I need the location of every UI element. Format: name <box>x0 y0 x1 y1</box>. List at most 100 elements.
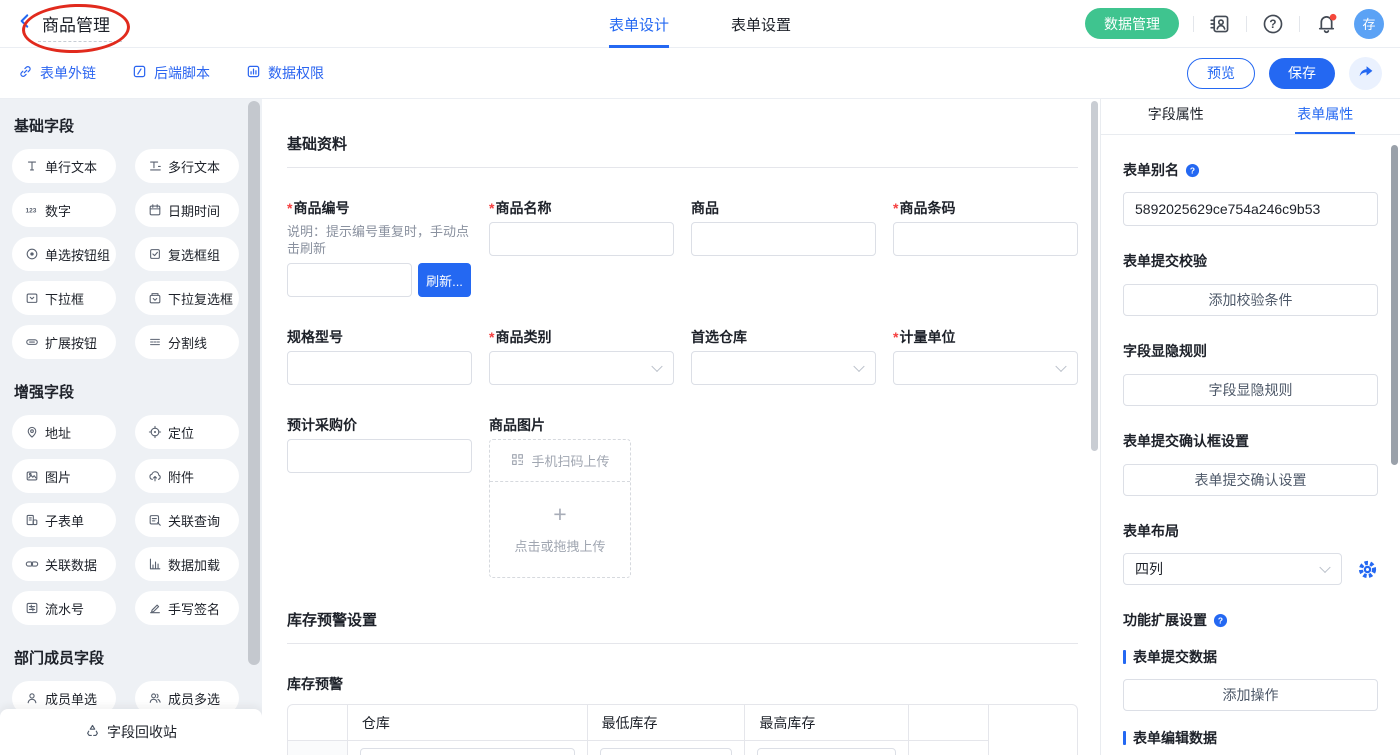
field-pill-extend-button[interactable]: 扩展按钮 <box>12 325 116 359</box>
field-pill-single-line-text[interactable]: 单行文本 <box>12 149 116 183</box>
text-input[interactable] <box>287 263 412 297</box>
field-pill-signature[interactable]: 手写签名 <box>135 591 239 625</box>
panel-action-button[interactable]: 添加操作 <box>1123 679 1378 711</box>
panel-subsection-title: 表单提交数据 <box>1123 647 1378 667</box>
drag-upload-zone[interactable]: +点击或拖拽上传 <box>490 482 630 577</box>
form-field-商品编号[interactable]: *商品编号说明：提示编号重复时，手动点击刷新刷新... <box>287 198 472 297</box>
subtable-cell-input <box>588 741 746 755</box>
field-pill-label: 下拉复选框 <box>168 289 233 308</box>
properties-panel: 字段属性 表单属性 表单别名?5892025629ce754a246c9b53表… <box>1100 99 1400 755</box>
panel-action-button[interactable]: 表单提交确认设置 <box>1123 464 1378 496</box>
form-field-商品类别[interactable]: *商品类别 <box>489 327 674 385</box>
help-icon[interactable]: ? <box>1185 163 1200 178</box>
contacts-icon[interactable] <box>1208 12 1232 36</box>
form-layout-select[interactable]: 四列 <box>1123 553 1342 585</box>
section-divider <box>287 167 1078 168</box>
text-input[interactable] <box>893 222 1078 256</box>
field-pill-datetime[interactable]: 日期时间 <box>135 193 239 227</box>
panel-action-button[interactable]: 添加校验条件 <box>1123 284 1378 316</box>
tab-field-properties[interactable]: 字段属性 <box>1101 99 1251 134</box>
form-field-商品条码[interactable]: *商品条码 <box>893 198 1078 256</box>
select-input[interactable] <box>893 351 1078 385</box>
signature-icon <box>148 601 162 615</box>
tab-form-properties[interactable]: 表单属性 <box>1251 99 1400 134</box>
subtable-cell-empty <box>909 741 988 755</box>
share-button[interactable] <box>1349 57 1382 90</box>
sidebar-scrollbar[interactable] <box>248 101 260 665</box>
field-pill-link-query[interactable]: 关联查询 <box>135 503 239 537</box>
form-alias-input[interactable]: 5892025629ce754a246c9b53 <box>1123 192 1378 226</box>
form-field-计量单位[interactable]: *计量单位 <box>893 327 1078 385</box>
field-pill-location[interactable]: 定位 <box>135 415 239 449</box>
text-input[interactable] <box>287 351 472 385</box>
field-pill-divider-line[interactable]: 分割线 <box>135 325 239 359</box>
back-button[interactable] <box>16 12 34 35</box>
form-field-预计采购价[interactable]: 预计采购价 <box>287 415 472 473</box>
toolbar-link-label: 后端脚本 <box>154 63 210 83</box>
form-design-canvas[interactable]: 基础资料 *商品编号说明：提示编号重复时，手动点击刷新刷新...*商品名称商品*… <box>262 99 1100 755</box>
toolbar-link-data-permission[interactable]: 数据权限 <box>246 63 324 83</box>
field-label: *商品名称 <box>489 198 674 218</box>
sidebar-section-title: 基础字段 <box>14 115 250 136</box>
field-pill-sub-form[interactable]: 子表单 <box>12 503 116 537</box>
required-asterisk: * <box>489 200 494 216</box>
text-input[interactable] <box>691 222 876 256</box>
preview-button[interactable]: 预览 <box>1187 58 1255 89</box>
panel-section-title: 表单提交确认框设置 <box>1123 431 1378 451</box>
field-pill-serial-number[interactable]: 流水号 <box>12 591 116 625</box>
field-pill-attachment[interactable]: 附件 <box>135 459 239 493</box>
panel-scrollbar[interactable] <box>1391 145 1398 465</box>
panel-section-title: 表单布局 <box>1123 521 1378 541</box>
subtable-cell-select <box>348 741 588 755</box>
field-help-text: 说明：提示编号重复时，手动点击刷新 <box>287 223 469 257</box>
form-field-商品图片[interactable]: 商品图片手机扫码上传+点击或拖拽上传 <box>489 415 674 578</box>
select-input[interactable] <box>489 351 674 385</box>
field-pill-radio-group[interactable]: 单选按钮组 <box>12 237 116 271</box>
field-pill-label: 子表单 <box>45 511 84 530</box>
form-field-商品名称[interactable]: *商品名称 <box>489 198 674 256</box>
field-pill-multi-select[interactable]: 下拉复选框 <box>135 281 239 315</box>
stock-input[interactable] <box>600 748 733 755</box>
field-pill-image[interactable]: 图片 <box>12 459 116 493</box>
field-pill-address[interactable]: 地址 <box>12 415 116 449</box>
help-icon[interactable]: ? <box>1213 613 1228 628</box>
scan-upload-button[interactable]: 手机扫码上传 <box>490 440 630 482</box>
drag-upload-label: 点击或拖拽上传 <box>514 536 605 555</box>
form-field-规格型号[interactable]: 规格型号 <box>287 327 472 385</box>
toolbar-link-script[interactable]: 后端脚本 <box>132 63 210 83</box>
field-pill-label: 下拉框 <box>45 289 84 308</box>
subtable-header-最低库存: 最低库存 <box>588 705 746 741</box>
warehouse-select[interactable] <box>360 748 575 755</box>
field-pill-multi-line-text[interactable]: 多行文本 <box>135 149 239 183</box>
notification-bell-icon[interactable] <box>1314 12 1338 36</box>
refresh-button[interactable]: 刷新... <box>418 263 471 297</box>
tab-form-design[interactable]: 表单设计 <box>609 0 669 48</box>
field-pill-number[interactable]: 123数字 <box>12 193 116 227</box>
field-pill-data-load[interactable]: 数据加载 <box>135 547 239 581</box>
required-asterisk: * <box>489 329 494 345</box>
select-input[interactable] <box>691 351 876 385</box>
canvas-scrollbar[interactable] <box>1091 101 1098 451</box>
help-icon[interactable]: ? <box>1261 12 1285 36</box>
field-pill-checkbox-group[interactable]: 复选框组 <box>135 237 239 271</box>
field-pill-label: 数据加载 <box>168 555 220 574</box>
gear-icon[interactable] <box>1357 559 1378 580</box>
image-upload-area[interactable]: 手机扫码上传+点击或拖拽上传 <box>489 439 631 578</box>
field-pill-link-data[interactable]: 关联数据 <box>12 547 116 581</box>
form-field-商品[interactable]: 商品 <box>691 198 876 256</box>
toolbar-link-link[interactable]: 表单外链 <box>18 63 96 83</box>
avatar[interactable]: 存 <box>1354 9 1384 39</box>
text-input[interactable] <box>489 222 674 256</box>
page-title[interactable]: 商品管理 <box>42 11 110 36</box>
panel-action-button[interactable]: 字段显隐规则 <box>1123 374 1378 406</box>
field-recycle-bin[interactable]: 字段回收站 <box>0 709 262 755</box>
field-pill-label: 日期时间 <box>168 201 220 220</box>
form-field-首选仓库[interactable]: 首选仓库 <box>691 327 876 385</box>
stock-alert-subtable: 仓库最低库存最高库存1 <box>287 704 1078 755</box>
save-button[interactable]: 保存 <box>1269 58 1335 89</box>
text-input[interactable] <box>287 439 472 473</box>
stock-input[interactable] <box>757 748 896 755</box>
field-pill-select[interactable]: 下拉框 <box>12 281 116 315</box>
data-manage-button[interactable]: 数据管理 <box>1085 8 1179 39</box>
tab-form-settings[interactable]: 表单设置 <box>731 0 791 48</box>
